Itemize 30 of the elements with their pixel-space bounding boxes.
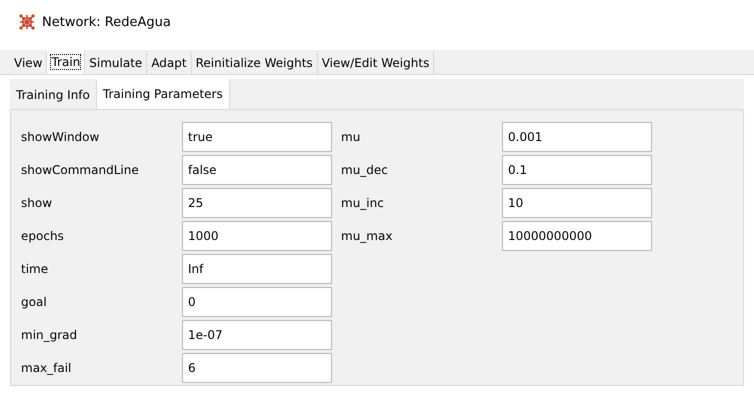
parameter-field[interactable]: 1e-07	[182, 320, 332, 350]
network-icon	[18, 13, 36, 31]
parameter-label: mu_inc	[340, 196, 385, 210]
parameter-label: min_grad	[20, 328, 78, 342]
parameter-label: show	[20, 196, 54, 210]
tab[interactable]: Train	[47, 50, 86, 74]
parameter-label: epochs	[20, 229, 65, 243]
tab[interactable]: View/Edit Weights	[318, 52, 434, 74]
tab[interactable]: Reinitialize Weights	[192, 52, 318, 74]
parameter-field[interactable]: false	[182, 155, 332, 185]
parameter-field[interactable]: 10	[502, 188, 652, 218]
parameter-field[interactable]: 1000	[182, 221, 332, 251]
parameter-label: goal	[20, 295, 48, 309]
parameter-label: mu_dec	[340, 163, 389, 177]
parameter-field[interactable]: 10000000000	[502, 221, 652, 251]
parameter-field[interactable]: 6	[182, 353, 332, 383]
parameter-field[interactable]: 0	[182, 287, 332, 317]
parameter-label: max_fail	[20, 361, 72, 375]
parameter-field[interactable]: Inf	[182, 254, 332, 284]
parameter-field[interactable]: 0.1	[502, 155, 652, 185]
parameter-label: showWindow	[20, 130, 100, 144]
parameter-label: mu_max	[340, 229, 394, 243]
window-title: Network: RedeAgua	[42, 14, 171, 30]
parameter-field[interactable]: 25	[182, 188, 332, 218]
subtab[interactable]: Training Parameters	[96, 79, 230, 109]
parameter-label: mu	[340, 130, 362, 144]
parameter-field[interactable]: 0.001	[502, 122, 652, 152]
parameter-label: showCommandLine	[20, 163, 140, 177]
parameter-label: time	[20, 262, 50, 276]
parameter-field[interactable]: true	[182, 122, 332, 152]
